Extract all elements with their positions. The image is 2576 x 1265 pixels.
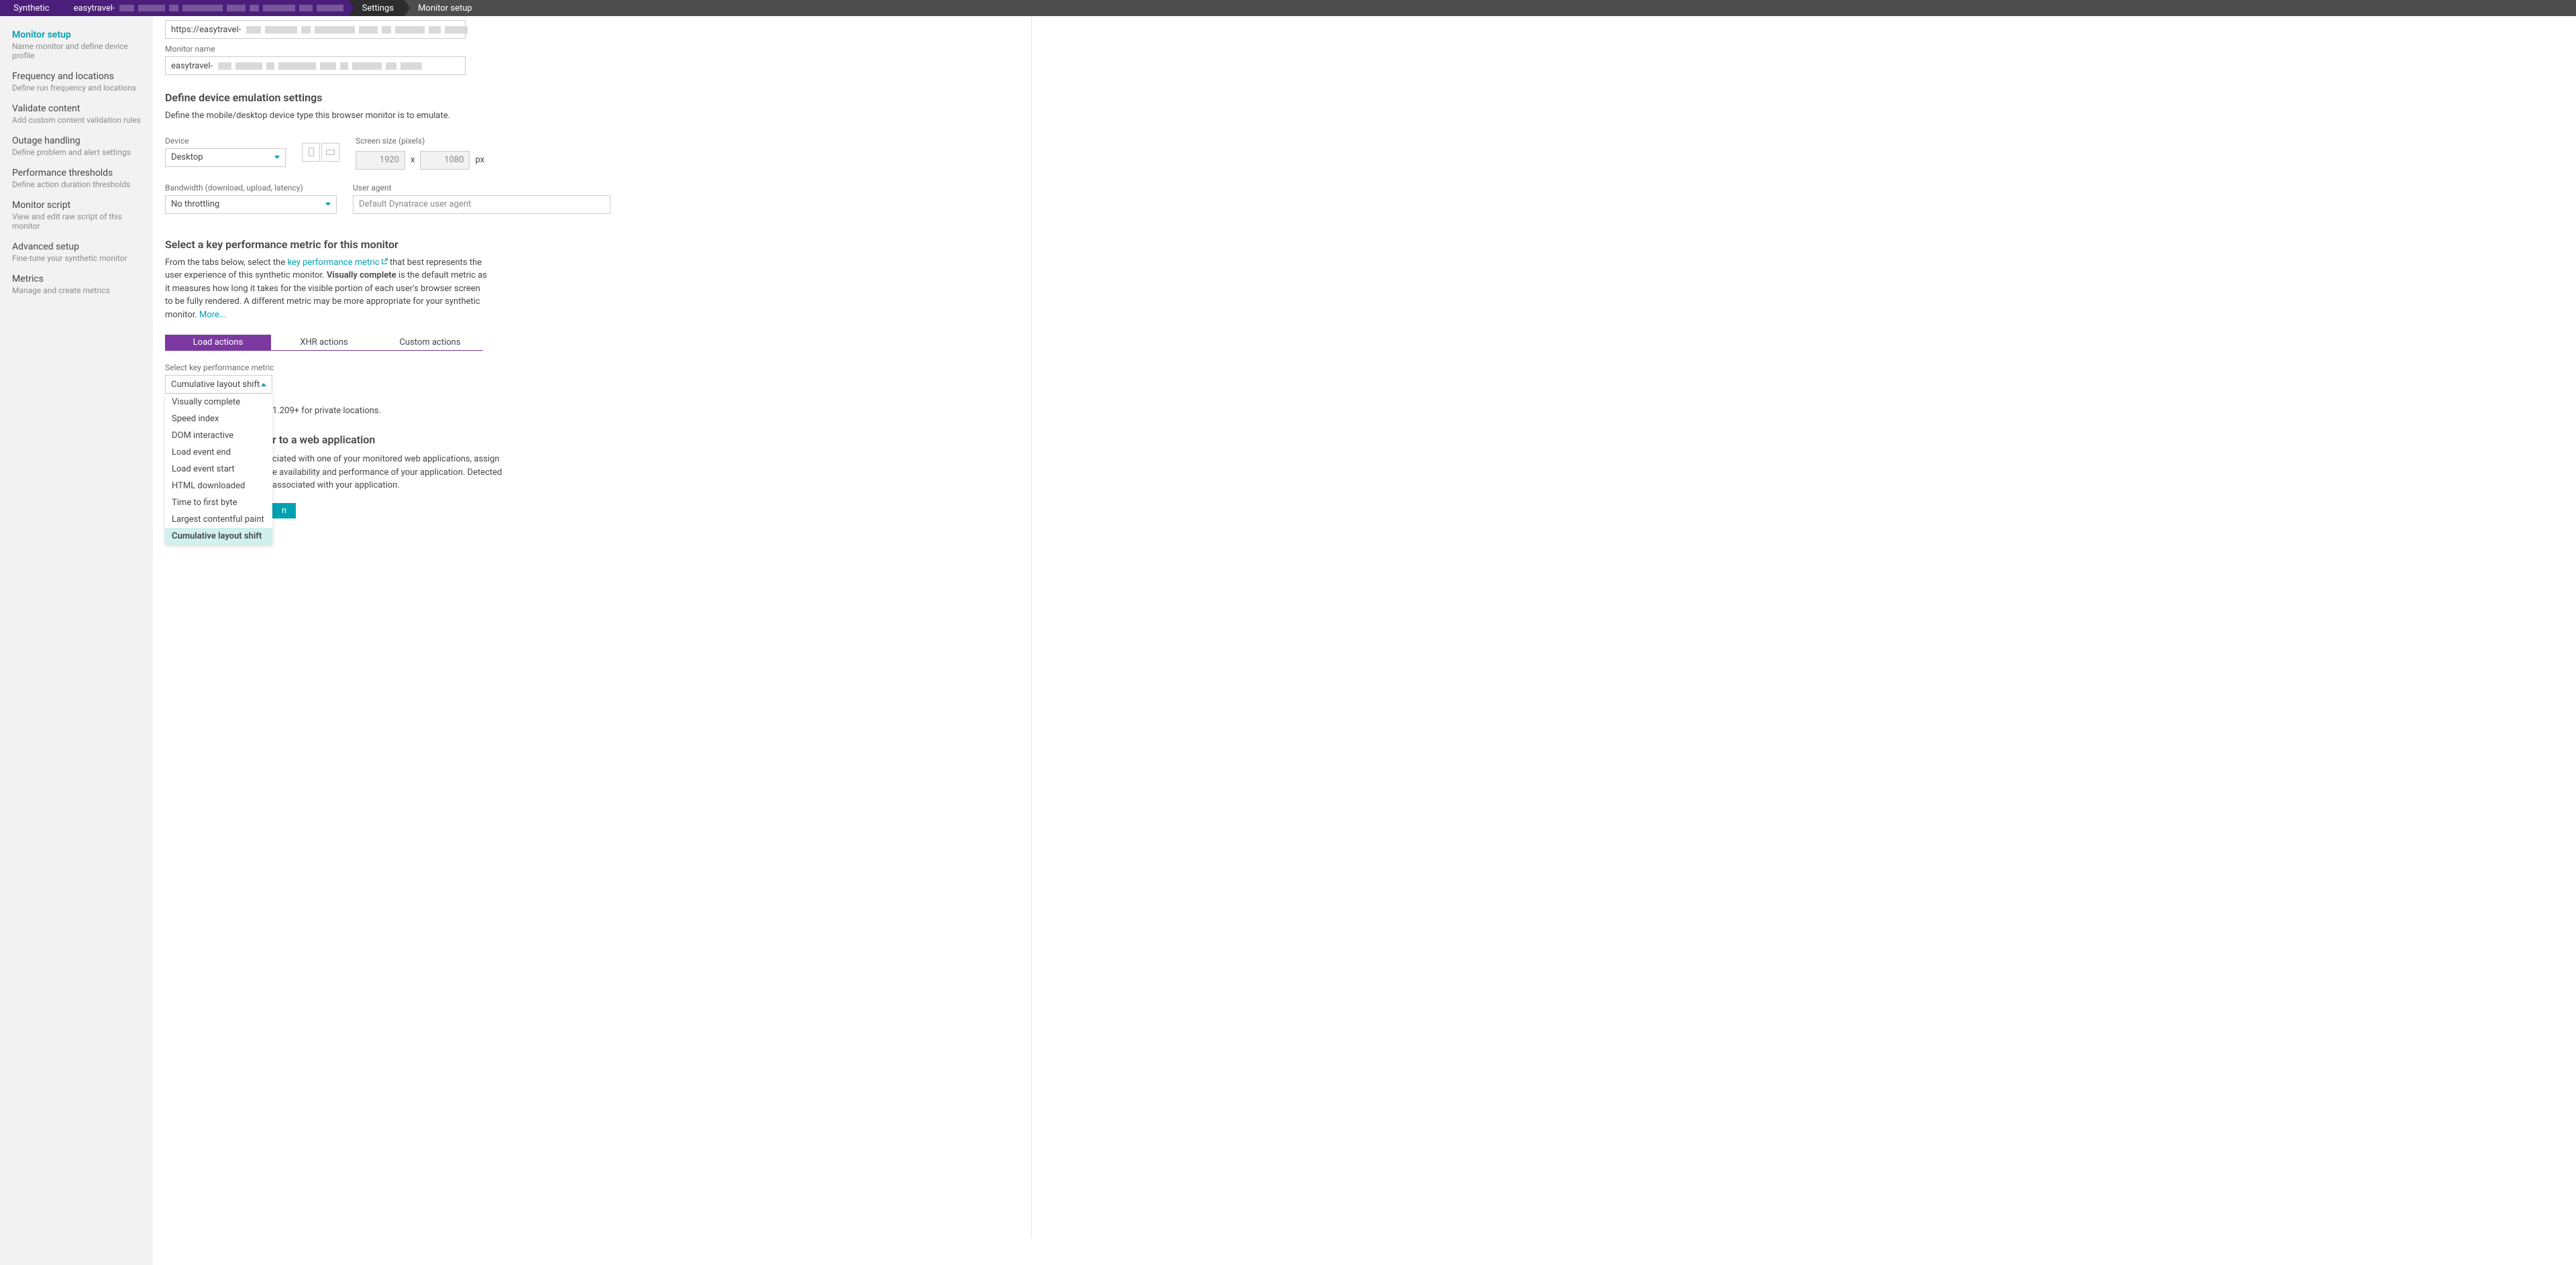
tab-custom-actions[interactable]: Custom actions — [377, 335, 483, 351]
sidebar: Monitor setup Name monitor and define de… — [0, 16, 153, 1265]
screen-size-label: Screen size (pixels) — [356, 136, 484, 146]
kpm-link[interactable]: key performance metric — [287, 258, 387, 268]
screen-width-input[interactable] — [356, 151, 405, 170]
monitor-name-input[interactable]: easytravel- — [165, 56, 466, 75]
tab-load-actions[interactable]: Load actions — [165, 335, 271, 351]
kpm-select-label: Select key performance metric — [165, 363, 1031, 372]
kpm-body: From the tabs below, select the key perf… — [165, 256, 487, 322]
orientation-landscape-button[interactable] — [321, 143, 339, 162]
link-app-body: ciated with one of your monitored web ap… — [272, 453, 702, 492]
kpm-dropdown: Visually complete Speed index DOM intera… — [165, 394, 272, 545]
chevron-down-icon — [325, 203, 331, 206]
url-input[interactable]: https://easytravel- — [165, 20, 466, 39]
kpm-option-cls[interactable]: Cumulative layout shift — [165, 528, 272, 545]
crumb-synthetic[interactable]: Synthetic — [0, 0, 60, 16]
device-section-body: Define the mobile/desktop device type th… — [165, 109, 594, 123]
user-agent-label: User agent — [353, 183, 610, 192]
chevron-down-icon — [274, 156, 280, 159]
kpm-option-ttfb[interactable]: Time to first byte — [165, 494, 272, 511]
select-application-button[interactable]: n — [272, 503, 296, 518]
breadcrumb: Synthetic easytravel- Settings Monitor s… — [0, 0, 2576, 16]
link-app-heading: r to a web application — [272, 433, 1031, 446]
sidebar-item-advanced[interactable]: Advanced setup Fine-tune your synthetic … — [0, 237, 153, 270]
screen-height-input[interactable] — [420, 151, 470, 170]
crumb-settings[interactable]: Settings — [349, 0, 405, 16]
bandwidth-label: Bandwidth (download, upload, latency) — [165, 183, 337, 192]
redacted-url-text — [246, 26, 468, 34]
sidebar-item-script[interactable]: Monitor script View and edit raw script … — [0, 196, 153, 237]
device-label: Device — [165, 136, 286, 146]
redacted-crumb-text — [119, 5, 343, 11]
kpm-select[interactable]: Cumulative layout shift — [165, 375, 272, 394]
kpm-tabs: Load actions XHR actions Custom actions — [165, 335, 1031, 351]
device-section-heading: Define device emulation settings — [165, 91, 1031, 104]
kpm-option-dom-interactive[interactable]: DOM interactive — [165, 427, 272, 444]
kpm-heading: Select a key performance metric for this… — [165, 238, 1031, 251]
sidebar-item-outage[interactable]: Outage handling Define problem and alert… — [0, 131, 153, 164]
sidebar-item-frequency[interactable]: Frequency and locations Define run frequ… — [0, 67, 153, 99]
px-label: px — [475, 155, 484, 165]
kpm-option-load-event-start[interactable]: Load event start — [165, 461, 272, 478]
user-agent-input[interactable] — [353, 195, 610, 214]
landscape-icon — [326, 150, 335, 155]
crumb-easytravel[interactable]: easytravel- — [60, 0, 349, 16]
note-text: 1.209+ for private locations. — [272, 406, 1031, 416]
sidebar-item-monitor-setup[interactable]: Monitor setup Name monitor and define de… — [0, 25, 153, 67]
dimension-x: x — [411, 155, 415, 165]
kpm-option-load-event-end[interactable]: Load event end — [165, 444, 272, 461]
crumb-monitor-setup[interactable]: Monitor setup — [405, 0, 483, 16]
more-link[interactable]: More... — [199, 310, 226, 320]
kpm-option-lcp[interactable]: Largest contentful paint — [165, 511, 272, 528]
external-link-icon — [381, 258, 388, 265]
kpm-option-html-downloaded[interactable]: HTML downloaded — [165, 478, 272, 494]
orientation-portrait-button[interactable] — [302, 143, 320, 162]
bandwidth-select[interactable]: No throttling — [165, 195, 337, 214]
monitor-name-label: Monitor name — [165, 44, 1031, 54]
redacted-monitor-name — [218, 62, 422, 70]
device-select[interactable]: Desktop — [165, 148, 286, 167]
kpm-option-visually-complete[interactable]: Visually complete — [165, 394, 272, 410]
portrait-icon — [309, 148, 314, 156]
sidebar-item-validate[interactable]: Validate content Add custom content vali… — [0, 99, 153, 131]
sidebar-item-metrics[interactable]: Metrics Manage and create metrics — [0, 270, 153, 302]
chevron-up-icon — [261, 383, 266, 386]
kpm-option-speed-index[interactable]: Speed index — [165, 410, 272, 427]
tab-xhr-actions[interactable]: XHR actions — [271, 335, 377, 351]
sidebar-item-perf-thresholds[interactable]: Performance thresholds Define action dur… — [0, 164, 153, 196]
